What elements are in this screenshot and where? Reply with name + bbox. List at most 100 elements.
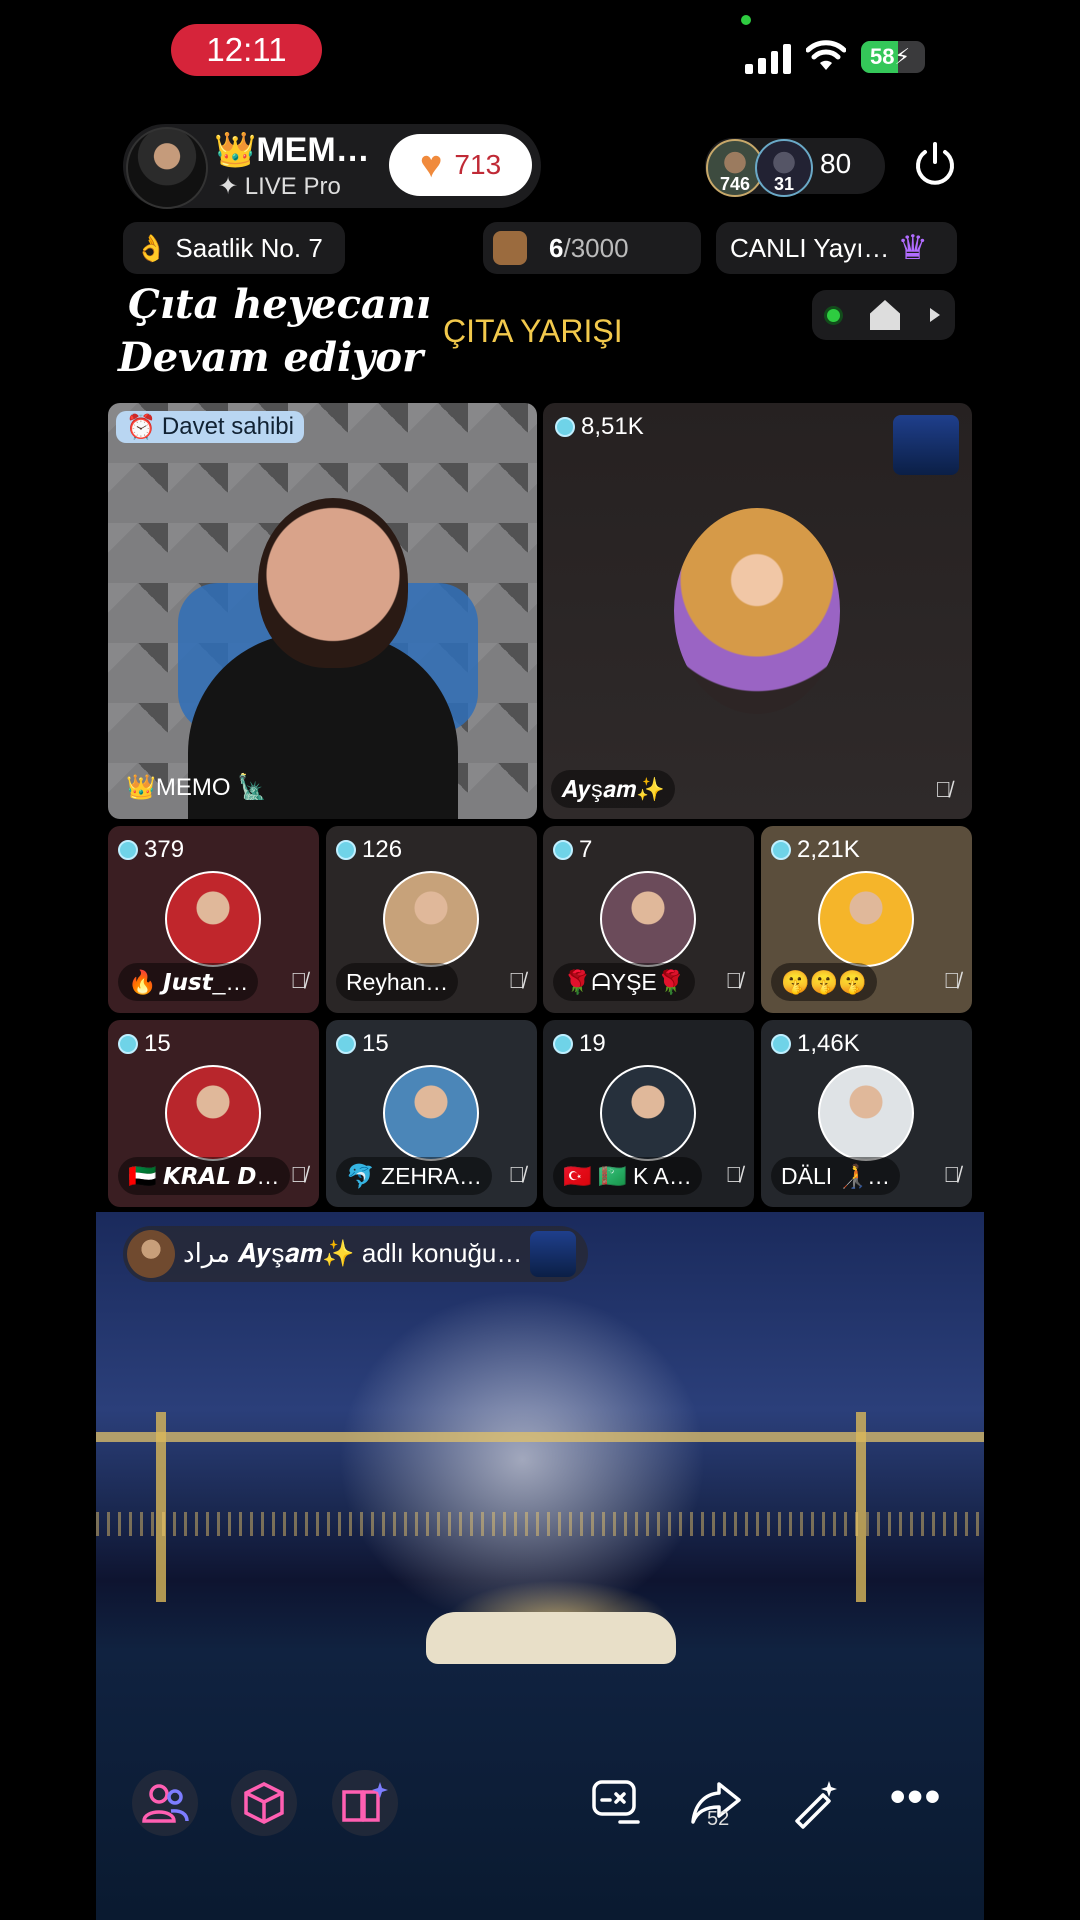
- mic-off-icon[interactable]: 🎙̸: [291, 968, 308, 994]
- gem-icon: [336, 840, 356, 860]
- mic-off-icon[interactable]: 🎙̸: [944, 968, 961, 994]
- bridge-frame-icon: [530, 1231, 577, 1277]
- notification-avatar: [127, 1230, 175, 1278]
- gem-icon: [771, 1034, 791, 1054]
- gem-icon: [553, 1034, 573, 1054]
- guest-avatar[interactable]: [165, 1065, 261, 1161]
- guest-name: 🔥 𝙅𝙪𝙨𝙩_…: [118, 963, 259, 1001]
- guest-tile[interactable]: 7 🌹ᗩYŞE🌹 🎙̸: [543, 826, 754, 1013]
- gem-icon: [118, 1034, 138, 1054]
- mic-off-icon[interactable]: 🎙̸: [291, 1162, 308, 1188]
- guests-button[interactable]: [132, 1770, 198, 1836]
- guest-count: 126: [336, 836, 402, 864]
- crown-icon: ♛: [897, 229, 928, 267]
- guest-name: 𝑨𝒚ş𝒂𝒎✨: [551, 770, 675, 808]
- guest-tile[interactable]: 1,46K DÄLI 🧑‍🦯… 🎙̸: [761, 1020, 972, 1207]
- guest-tile[interactable]: 379 🔥 𝙅𝙪𝙨𝙩_… 🎙̸: [108, 826, 319, 1013]
- guest-tile-main[interactable]: 8,51K 𝑨𝒚ş𝒂𝒎✨ 🎙̸: [543, 403, 972, 819]
- chat-icon: [592, 1780, 640, 1824]
- alarm-icon: ⏰: [126, 413, 156, 441]
- background-scene: [96, 1212, 984, 1920]
- mic-off-icon[interactable]: 🎙̸: [509, 968, 526, 994]
- play-icon[interactable]: [930, 308, 940, 322]
- viewer-avatar[interactable]: 31: [755, 139, 813, 197]
- viewer-badge: 31: [773, 174, 795, 194]
- boat: [426, 1612, 676, 1664]
- guest-name: Reyhan…: [336, 963, 459, 1001]
- battery-level: 58: [870, 44, 895, 69]
- guest-tile[interactable]: 19 🇹🇷 🇹🇲 K A… 🎙̸: [543, 1020, 754, 1207]
- guest-tile[interactable]: 126 Reyhan… 🎙̸: [326, 826, 537, 1013]
- guest-count: 8,51K: [555, 413, 644, 441]
- guest-avatar[interactable]: [818, 871, 914, 967]
- guest-count: 2,21K: [771, 836, 860, 864]
- banner-line-2: Devam ediyor: [118, 334, 424, 381]
- host-face: [258, 498, 408, 668]
- host-subtitle: ✦ LIVE Pro: [218, 172, 341, 201]
- bridge-frame-icon: [893, 415, 959, 475]
- home-icon[interactable]: [870, 300, 900, 330]
- gift-box-button[interactable]: [231, 1770, 297, 1836]
- power-icon[interactable]: [911, 140, 959, 188]
- live-ranking-text: CANLI Yayı…: [730, 232, 890, 263]
- guest-count-value: 379: [144, 836, 185, 863]
- hourly-rank-chip[interactable]: 👌 Saatlik No. 7: [123, 222, 345, 274]
- magic-wand-icon: [795, 1781, 837, 1829]
- mic-off-icon[interactable]: 🎙̸: [935, 777, 952, 803]
- like-button[interactable]: ♥ 713: [389, 134, 532, 196]
- guest-avatar[interactable]: [674, 508, 840, 714]
- more-button[interactable]: •••: [890, 1772, 942, 1822]
- guest-tile[interactable]: 15 🇦🇪 𝙆𝙍𝘼𝙇 𝘿… 🎙̸: [108, 1020, 319, 1207]
- viewer-count[interactable]: 80: [820, 148, 851, 180]
- guest-tile[interactable]: 15 🐬 ZEHRA… 🎙̸: [326, 1020, 537, 1207]
- beauty-button[interactable]: [782, 1770, 848, 1836]
- guest-count: 15: [336, 1030, 389, 1058]
- mic-off-icon[interactable]: 🎙̸: [726, 1162, 743, 1188]
- host-video-tile[interactable]: ⏰ Davet sahibi 👑MEMO 🗽: [108, 403, 537, 819]
- mic-off-icon[interactable]: 🎙̸: [509, 1162, 526, 1188]
- guest-avatar[interactable]: [165, 871, 261, 967]
- guest-count: 1,46K: [771, 1030, 860, 1058]
- guest-avatar[interactable]: [383, 1065, 479, 1161]
- live-ranking-chip[interactable]: CANLI Yayı… ♛: [716, 222, 957, 274]
- host-subtitle-text: LIVE Pro: [244, 173, 341, 200]
- mini-controls[interactable]: [812, 290, 955, 340]
- guest-count-value: 8,51K: [581, 413, 644, 440]
- guest-avatar[interactable]: [818, 1065, 914, 1161]
- host-avatar[interactable]: [126, 127, 208, 209]
- crown-icon: 👑: [214, 131, 257, 169]
- guest-count-value: 15: [144, 1030, 171, 1057]
- goal-current: 6: [549, 232, 564, 263]
- bridge-deck: [96, 1432, 984, 1442]
- mic-off-icon[interactable]: 🎙̸: [726, 968, 743, 994]
- guest-name: DÄLI 🧑‍🦯…: [771, 1157, 901, 1195]
- gem-icon: [553, 840, 573, 860]
- wifi-icon: [806, 40, 846, 70]
- gem-icon: [336, 1034, 356, 1054]
- bridge-tower: [156, 1412, 166, 1602]
- bag-icon: [493, 231, 527, 265]
- book-sparkle-icon: [342, 1782, 388, 1822]
- guest-avatar[interactable]: [383, 871, 479, 967]
- guest-count-value: 2,21K: [797, 836, 860, 863]
- viewer-badge: 746: [719, 174, 751, 194]
- host-name[interactable]: 👑MEM…: [214, 130, 370, 170]
- effects-book-button[interactable]: [332, 1770, 398, 1836]
- mic-off-icon[interactable]: 🎙̸: [944, 1162, 961, 1188]
- cube-icon: [244, 1782, 284, 1824]
- guest-tile[interactable]: 2,21K 🤫🤫🤫 🎙̸: [761, 826, 972, 1013]
- guest-count-value: 1,46K: [797, 1030, 860, 1057]
- people-icon: [142, 1784, 189, 1823]
- guest-name: 🇹🇷 🇹🇲 K A…: [553, 1157, 702, 1195]
- goal-total: /3000: [563, 232, 629, 263]
- chat-button[interactable]: [584, 1770, 650, 1836]
- race-title: ÇITA YARIŞI: [443, 313, 623, 349]
- guest-count: 15: [118, 1030, 171, 1058]
- gem-icon: [555, 417, 575, 437]
- status-dot-icon: [827, 308, 840, 322]
- goal-chip[interactable]: 6/3000: [483, 222, 701, 274]
- sparkle-icon: ✦: [218, 173, 239, 200]
- guest-avatar[interactable]: [600, 1065, 696, 1161]
- guest-avatar[interactable]: [600, 871, 696, 967]
- join-notification[interactable]: مراد 𝑨𝒚ş𝒂𝒎✨ adlı konuğu…: [123, 1226, 589, 1282]
